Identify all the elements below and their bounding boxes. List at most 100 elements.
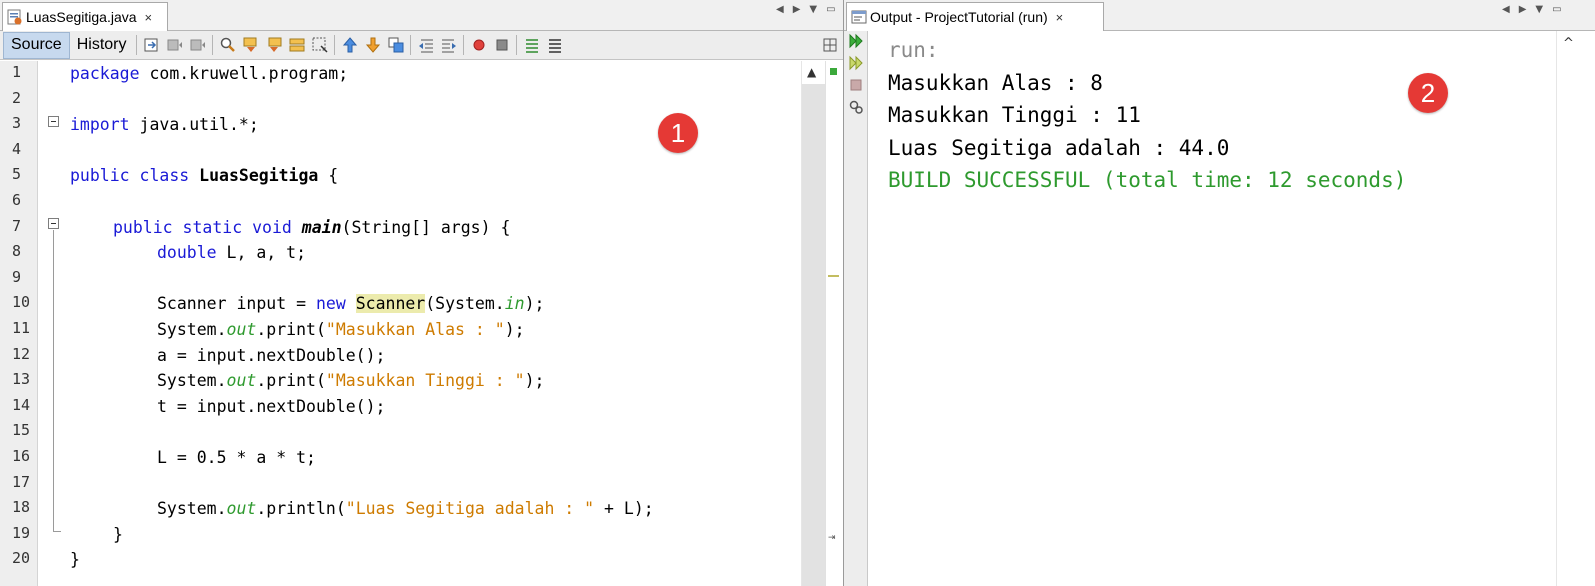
tab-output-projecttutorial[interactable]: Output - ProjectTutorial (run) × xyxy=(846,2,1104,31)
line-number: 7 xyxy=(12,216,22,235)
line-number: 4 xyxy=(12,139,22,158)
maximize-icon[interactable]: ▭ xyxy=(826,4,835,15)
code-line-8: double L, a, t; xyxy=(157,243,307,263)
toggle-bookmark-icon[interactable] xyxy=(387,36,405,54)
stop-macro-recording-icon[interactable] xyxy=(493,36,511,54)
occurrence-mark[interactable] xyxy=(828,275,839,277)
find-next-icon[interactable] xyxy=(265,36,283,54)
caret-position-icon: ⇥ xyxy=(828,533,836,543)
code-line-13: System.out.print("Masukkan Tinggi : "); xyxy=(157,371,545,391)
line-number: 12 xyxy=(12,344,31,363)
output-pane: Output - ProjectTutorial (run) × ◀ ▶ ▼ ▭… xyxy=(843,0,1595,586)
close-icon[interactable]: × xyxy=(1056,10,1064,25)
code-line-14: t = input.nextDouble(); xyxy=(157,396,386,416)
split-editor-icon[interactable] xyxy=(821,36,839,54)
fold-guide-line xyxy=(53,230,54,531)
toolbar-separator xyxy=(516,35,518,55)
back-icon[interactable] xyxy=(166,36,184,54)
editor-vertical-scrollbar[interactable]: ▲ xyxy=(801,61,825,586)
scroll-right-icon[interactable]: ▶ xyxy=(1519,4,1527,15)
output-window-icon xyxy=(851,9,867,25)
output-tabbar: Output - ProjectTutorial (run) × ◀ ▶ ▼ ▭ xyxy=(844,0,1595,31)
toolbar-separator xyxy=(334,35,336,55)
maximize-icon[interactable]: ▭ xyxy=(1552,4,1561,15)
rerun-icon[interactable] xyxy=(848,33,864,49)
line-number: 6 xyxy=(12,191,22,209)
line-number: 18 xyxy=(12,498,31,517)
next-bookmark-icon[interactable] xyxy=(364,36,382,54)
editor-tabbar: LuasSegitiga.java × ◀ ▶ ▼ ▭ xyxy=(0,0,854,31)
history-button[interactable]: History xyxy=(70,33,134,58)
code-line-10: Scanner input = new Scanner(System.in); xyxy=(157,294,545,314)
annotation-badge-2: 2 xyxy=(1408,73,1448,113)
code-line-19: } xyxy=(113,524,123,544)
stop-icon[interactable] xyxy=(848,77,864,93)
fold-toggle-main-method[interactable] xyxy=(48,218,59,229)
line-number: 19 xyxy=(12,523,31,542)
output-vertical-scrollbar[interactable]: ^ xyxy=(1556,31,1581,586)
shift-line-right-icon[interactable] xyxy=(440,36,458,54)
dropdown-icon[interactable]: ▼ xyxy=(809,4,817,15)
scroll-left-icon[interactable]: ◀ xyxy=(1502,4,1510,15)
output-action-bar xyxy=(844,31,868,586)
line-number: 20 xyxy=(12,549,31,568)
toolbar-separator xyxy=(410,35,412,55)
line-number: 11 xyxy=(12,319,31,337)
toggle-rectangular-selection-icon[interactable] xyxy=(311,36,329,54)
output-line-alas: Masukkan Alas : 8 xyxy=(888,70,1103,95)
code-line-1: package com.kruwell.program; xyxy=(70,64,349,83)
scroll-up-icon[interactable]: ▲ xyxy=(807,65,816,79)
code-line-16: L = 0.5 * a * t; xyxy=(157,448,316,467)
editor-window-controls: ◀ ▶ ▼ ▭ xyxy=(776,4,836,15)
output-line-luas: Luas Segitiga adalah : 44.0 xyxy=(888,135,1230,160)
forward-icon[interactable] xyxy=(189,36,207,54)
output-tab-label: Output - ProjectTutorial (run) xyxy=(870,9,1048,25)
editor-toolbar: Source History xyxy=(0,31,854,60)
line-number: 17 xyxy=(12,472,31,491)
line-number: 1 xyxy=(12,63,22,81)
toolbar-separator xyxy=(212,35,214,55)
fold-column xyxy=(38,61,68,586)
editor-pane: LuasSegitiga.java × ◀ ▶ ▼ ▭ Source Histo… xyxy=(0,0,855,586)
code-line-12: a = input.nextDouble(); xyxy=(157,345,386,365)
line-number: 14 xyxy=(12,395,31,414)
line-number: 16 xyxy=(12,447,31,465)
scroll-left-icon[interactable]: ◀ xyxy=(776,4,784,15)
previous-bookmark-icon[interactable] xyxy=(341,36,359,54)
editor-tab-label: LuasSegitiga.java xyxy=(26,9,137,25)
annotation-badge-1: 1 xyxy=(658,113,698,153)
code-line-11: System.out.print("Masukkan Alas : "); xyxy=(157,320,525,339)
output-line-run: run: xyxy=(888,38,939,62)
scroll-up-icon[interactable]: ^ xyxy=(1563,36,1574,51)
toolbar-separator xyxy=(463,35,465,55)
comment-icon[interactable] xyxy=(523,36,541,54)
toggle-highlight-icon[interactable] xyxy=(288,36,306,54)
shift-line-left-icon[interactable] xyxy=(417,36,435,54)
toolbar-separator xyxy=(136,35,138,55)
line-number: 13 xyxy=(12,370,31,389)
code-line-3: import java.util.*; xyxy=(70,115,259,135)
find-previous-icon[interactable] xyxy=(242,36,260,54)
line-number: 9 xyxy=(12,267,22,286)
scroll-right-icon[interactable]: ▶ xyxy=(793,4,801,15)
error-stripe: ⇥ xyxy=(825,61,839,586)
line-number: 3 xyxy=(12,114,22,133)
settings-icon[interactable] xyxy=(848,99,864,115)
scrollbar-thumb[interactable] xyxy=(802,84,825,586)
output-console[interactable]: run: Masukkan Alas : 8 Masukkan Tinggi :… xyxy=(888,34,1406,202)
line-number: 5 xyxy=(12,165,22,184)
uncomment-icon[interactable] xyxy=(546,36,564,54)
tab-luassegitiga-java[interactable]: LuasSegitiga.java × xyxy=(2,2,168,31)
close-icon[interactable]: × xyxy=(145,10,153,25)
source-button[interactable]: Source xyxy=(3,31,70,59)
java-file-icon xyxy=(7,9,23,25)
line-number: 2 xyxy=(12,88,22,107)
dropdown-icon[interactable]: ▼ xyxy=(1535,4,1543,15)
line-number-gutter: 1 2 3 4 5 6 7 8 9 10 11 12 13 14 15 16 1… xyxy=(0,61,38,586)
last-edit-icon[interactable] xyxy=(143,36,161,54)
code-line-18: System.out.println("Luas Segitiga adalah… xyxy=(157,499,654,519)
rerun-with-params-icon[interactable] xyxy=(848,55,864,71)
fold-toggle-imports[interactable] xyxy=(48,116,59,127)
find-icon[interactable] xyxy=(219,36,237,54)
start-macro-recording-icon[interactable] xyxy=(470,36,488,54)
